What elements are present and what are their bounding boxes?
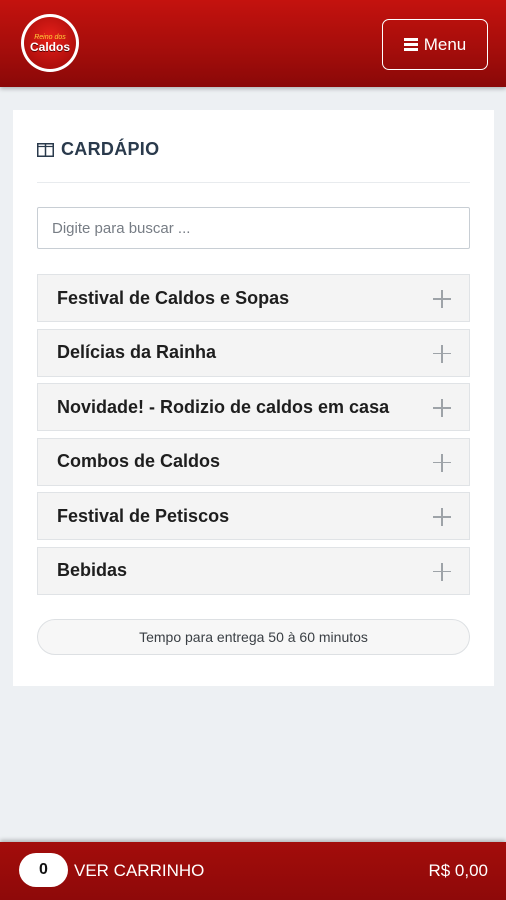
category-item[interactable]: Festival de Petiscos (37, 492, 470, 540)
cart-total: R$ 0,00 (428, 861, 488, 880)
category-label: Combos de Caldos (57, 451, 221, 471)
top-bar: Reino dos Caldos Menu (0, 0, 506, 87)
category-label: Novidade! - Rodizio de caldos em casa (57, 396, 390, 417)
card-title-text: CARDÁPIO (61, 139, 160, 159)
cart-count: 0 (39, 861, 48, 878)
title-divider (37, 182, 470, 183)
category-item[interactable]: Combos de Caldos (37, 437, 470, 486)
category-label: Delícias da Rainha (57, 342, 217, 362)
menu-button[interactable]: Menu (382, 19, 488, 70)
category-item[interactable]: Delícias da Rainha (37, 328, 470, 377)
delivery-time-text: Tempo para entrega 50 à 60 minutos (139, 629, 368, 645)
plus-icon[interactable] (433, 290, 451, 308)
category-item[interactable]: Novidade! - Rodizio de caldos em casa (37, 383, 470, 431)
hamburger-icon (403, 38, 418, 51)
category-label: Festival de Petiscos (57, 505, 230, 526)
plus-icon[interactable] (433, 453, 451, 472)
card-title: CARDÁPIO (37, 139, 159, 160)
category-item[interactable]: Bebidas (37, 546, 470, 595)
category-item[interactable]: Festival de Caldos e Sopas (37, 274, 470, 322)
delivery-time-badge: Tempo para entrega 50 à 60 minutos (37, 619, 470, 655)
menu-button-label: Menu (423, 34, 467, 54)
logo-badge: Reino dos Caldos (24, 17, 76, 69)
logo-text-big: Caldos (29, 39, 70, 54)
cart-bar[interactable]: 0 VER CARRINHO R$ 0,00 (0, 842, 506, 900)
cart-count-badge: 0 (19, 853, 68, 887)
plus-icon[interactable] (433, 562, 451, 581)
category-list: Festival de Caldos e Sopas Delícias da R… (37, 274, 470, 601)
book-icon (37, 142, 54, 157)
brand-logo[interactable]: Reino dos Caldos (21, 14, 79, 72)
menu-card: CARDÁPIO Festival de Caldos e Sopas Delí… (13, 110, 494, 686)
view-cart-button[interactable]: VER CARRINHO (74, 861, 204, 881)
plus-icon[interactable] (433, 399, 451, 417)
category-label: Festival de Caldos e Sopas (57, 287, 290, 308)
plus-icon[interactable] (433, 508, 451, 526)
plus-icon[interactable] (433, 344, 451, 363)
search-input[interactable] (37, 207, 470, 249)
category-label: Bebidas (57, 560, 128, 580)
